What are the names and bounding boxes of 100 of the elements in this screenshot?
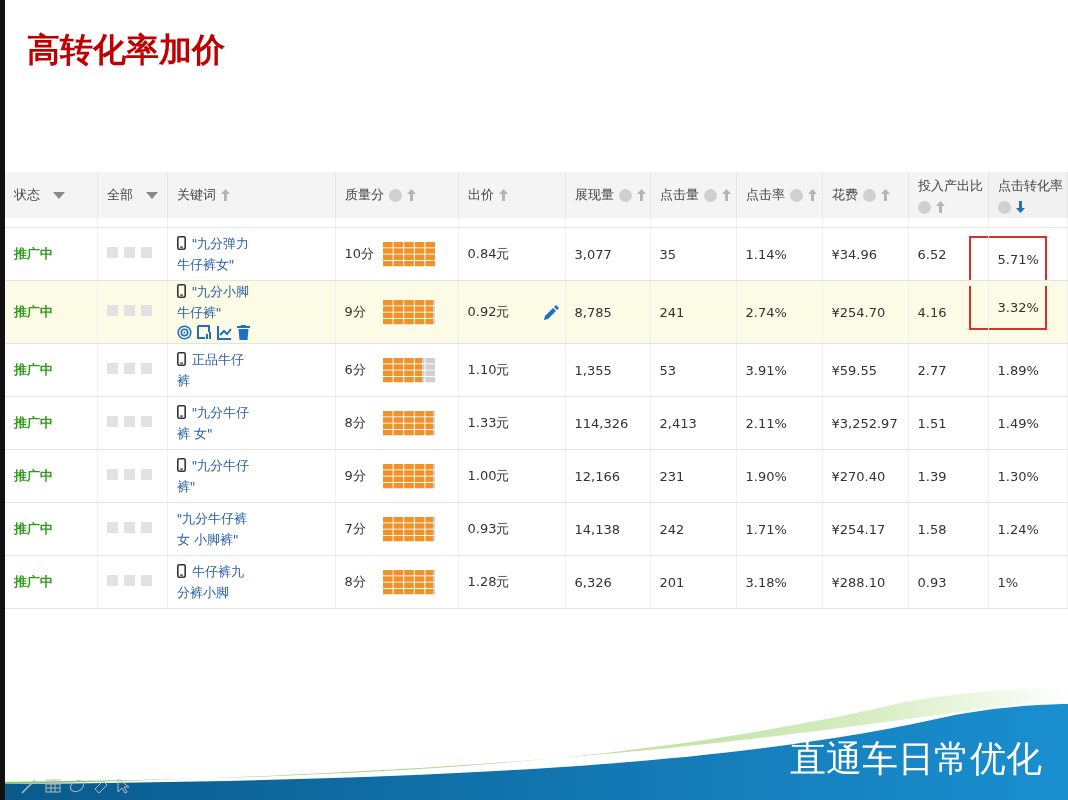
sort-up-arrow-icon[interactable] [498, 189, 508, 201]
table-cell-text: 1.89% [996, 362, 1039, 378]
table-cell: 4.16 [917, 304, 947, 320]
table-cell: ¥270.40 [831, 468, 886, 484]
quality-meter [382, 357, 436, 383]
table-cell: 6.52 [917, 246, 947, 262]
table-cell-text: 1.49% [996, 415, 1039, 431]
table-cell: ¥254.70 [831, 304, 886, 320]
info-icon[interactable] [789, 188, 803, 202]
quality-score: 8分 [344, 414, 367, 432]
column-title: 质量分 [344, 186, 384, 204]
status-squares-icon [106, 574, 153, 587]
table-cell: 0.93 [917, 574, 947, 590]
table-row[interactable]: 推广中 "九分小脚牛仔裤" 9分 0.92元 8,785 241 2.74% ¥254.70 4.16 3.32% [5, 280, 1067, 344]
keyword-link[interactable]: "九分牛仔裤女 小脚裤" [176, 508, 255, 550]
info-icon[interactable] [388, 188, 402, 202]
info-icon[interactable] [862, 188, 876, 202]
keyword-link[interactable]: "九分牛仔裤" [176, 455, 255, 497]
mobile-phone-icon [176, 352, 186, 366]
column-header[interactable]: 展现量 [565, 172, 650, 218]
line-chart-icon[interactable] [216, 325, 232, 340]
column-header[interactable]: 投入产出比 [908, 172, 988, 218]
sort-up-arrow-icon[interactable] [807, 189, 817, 201]
dropdown-caret-icon[interactable] [53, 191, 65, 199]
table-row[interactable]: 推广中 "九分牛仔裤 女" 8分 1.33元 114,326 2,413 2.11% ¥3,252.97 1.51 1.49% [5, 396, 1067, 450]
column-header[interactable]: 关键词 [167, 172, 335, 218]
column-header[interactable]: 全部 [97, 172, 167, 218]
column-title: 关键词 [176, 186, 216, 204]
column-title: 投入产出比 [917, 176, 983, 195]
column-header[interactable]: 质量分 [335, 172, 458, 218]
column-title: 点击转化率 [997, 176, 1063, 195]
keyword-link[interactable]: 牛仔裤九分裤小脚 [176, 561, 255, 603]
quality-meter [382, 241, 436, 267]
bid-value: 0.84元 [467, 245, 510, 263]
bid-value: 1.00元 [467, 467, 510, 485]
table-cell: ¥59.55 [831, 362, 877, 378]
keyword-link[interactable]: "九分牛仔裤 女" [176, 402, 255, 444]
column-title: 状态 [14, 186, 40, 204]
bid-value: 1.10元 [467, 361, 510, 379]
table-cell: 241 [659, 304, 685, 320]
bid-value: 0.92元 [467, 303, 510, 321]
column-header[interactable]: 点击转化率 [988, 172, 1067, 218]
grid-icon[interactable] [45, 778, 61, 794]
column-header[interactable]: 状态 [5, 172, 97, 218]
info-icon[interactable] [618, 188, 632, 202]
sort-down-arrow-icon[interactable] [1015, 201, 1025, 213]
mobile-phone-icon [176, 284, 186, 298]
bid-value: 1.28元 [467, 573, 510, 591]
quality-meter [382, 516, 436, 542]
table-cell: 2.74% [745, 304, 787, 320]
bid-value: 0.93元 [467, 520, 510, 538]
table-cell: 2.11% [745, 415, 787, 431]
table-cell: 35 [659, 246, 677, 262]
column-title: 点击率 [745, 186, 785, 204]
quality-score: 9分 [344, 303, 367, 321]
status-text: 推广中 [14, 468, 53, 483]
quality-meter [382, 299, 436, 325]
sort-up-arrow-icon[interactable] [636, 189, 646, 201]
quality-meter [382, 410, 436, 436]
sort-up-arrow-icon[interactable] [406, 189, 416, 201]
sort-up-arrow-icon[interactable] [220, 189, 230, 201]
quality-meter [382, 463, 436, 489]
table-cell: ¥34.96 [831, 246, 877, 262]
pen-icon[interactable] [21, 778, 37, 794]
table-row[interactable]: 推广中 "九分牛仔裤" 9分 1.00元 12,166 231 1.90% ¥270.40 1.39 1.30% [5, 449, 1067, 503]
column-header[interactable]: 点击率 [736, 172, 822, 218]
quality-score: 7分 [344, 520, 367, 538]
quality-meter [382, 569, 436, 595]
eraser-icon[interactable] [93, 778, 109, 794]
mobile-phone-icon [176, 405, 186, 419]
trash-icon[interactable] [236, 325, 250, 340]
keyword-link[interactable]: "九分弹力牛仔裤女" [176, 233, 255, 275]
pointer-icon[interactable] [117, 778, 131, 794]
table-cell-text: 1.24% [996, 521, 1039, 537]
info-icon[interactable] [917, 200, 931, 214]
ellipse-icon[interactable] [69, 778, 85, 794]
table-row[interactable]: 推广中 牛仔裤九分裤小脚 8分 1.28元 6,326 201 3.18% ¥288.10 0.93 1% [5, 555, 1067, 609]
table-row[interactable]: 推广中 "九分牛仔裤女 小脚裤" 7分 0.93元 14,138 242 1.71% ¥254.17 1.58 1.24% [5, 502, 1067, 556]
sort-up-arrow-icon[interactable] [935, 201, 945, 213]
table-cell: 114,326 [574, 415, 629, 431]
table-cell: 8,785 [574, 304, 612, 320]
info-icon[interactable] [703, 188, 717, 202]
sort-up-arrow-icon[interactable] [721, 189, 731, 201]
column-header[interactable]: 花费 [822, 172, 908, 218]
status-squares-icon [106, 468, 153, 481]
status-squares-icon [106, 362, 153, 375]
dropdown-caret-icon[interactable] [145, 191, 158, 199]
table-cell-text: 1.30% [996, 468, 1039, 484]
pencil-edit-icon[interactable] [543, 304, 559, 320]
sort-up-arrow-icon[interactable] [880, 189, 890, 201]
column-header[interactable]: 点击量 [650, 172, 736, 218]
table-cell: 1.90% [745, 468, 787, 484]
table-row[interactable]: 推广中 正品牛仔裤 6分 1.10元 1,355 53 3.91% ¥59.55 2.77 1.89% [5, 343, 1067, 397]
report-icon[interactable] [196, 325, 212, 340]
table-cell: 1.51 [917, 415, 947, 431]
table-cell: 3.91% [745, 362, 787, 378]
target-icon[interactable] [176, 325, 192, 340]
keyword-link[interactable]: 正品牛仔裤 [176, 349, 255, 391]
column-header[interactable]: 出价 [458, 172, 565, 218]
table-cell: 1.58 [917, 521, 947, 537]
